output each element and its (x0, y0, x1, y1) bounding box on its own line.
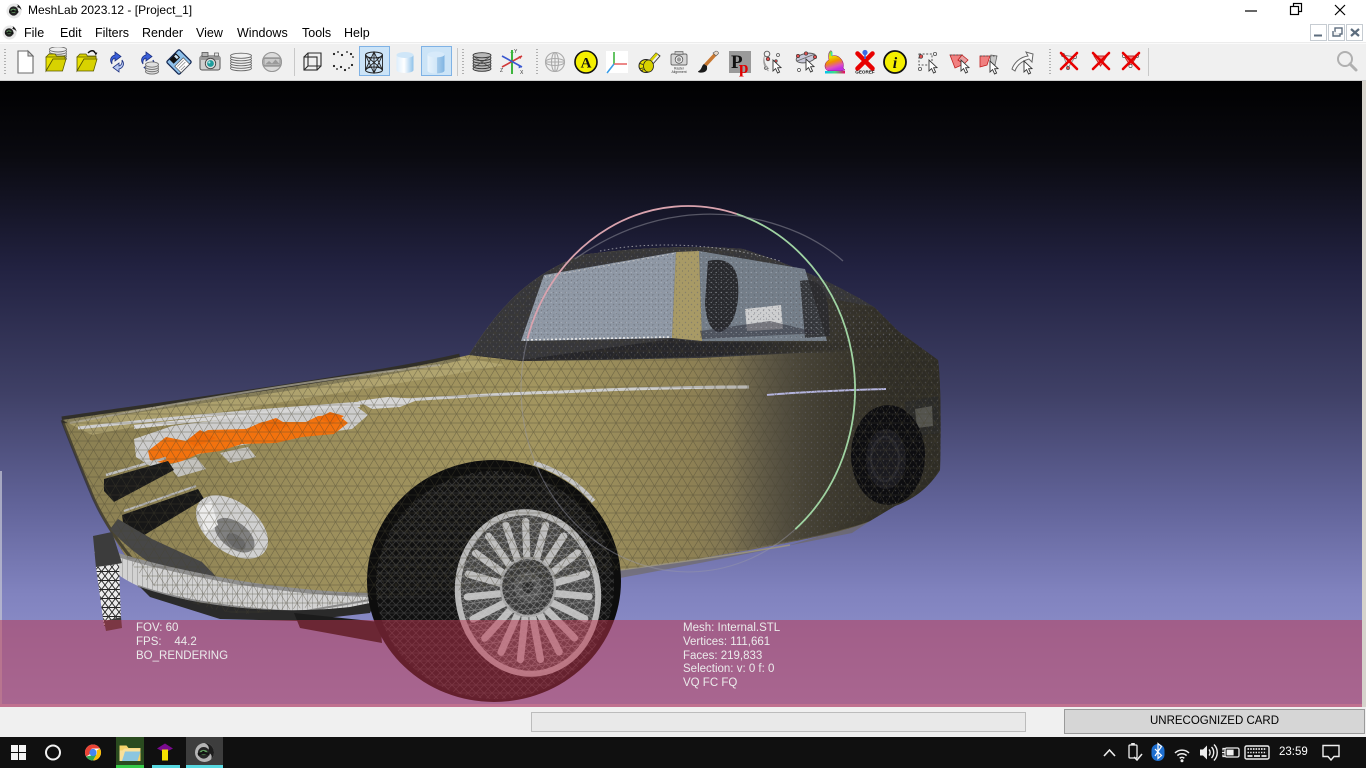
svg-text:GEOREF: GEOREF (855, 70, 875, 75)
svg-text:Alignment: Alignment (671, 70, 686, 74)
svg-text:X: X (520, 70, 524, 76)
svg-text:p: p (739, 58, 748, 77)
svg-text:Y: Y (514, 49, 518, 55)
svg-text:A: A (581, 56, 592, 72)
svg-text:i: i (893, 55, 898, 72)
svg-text:Z: Z (500, 68, 503, 74)
